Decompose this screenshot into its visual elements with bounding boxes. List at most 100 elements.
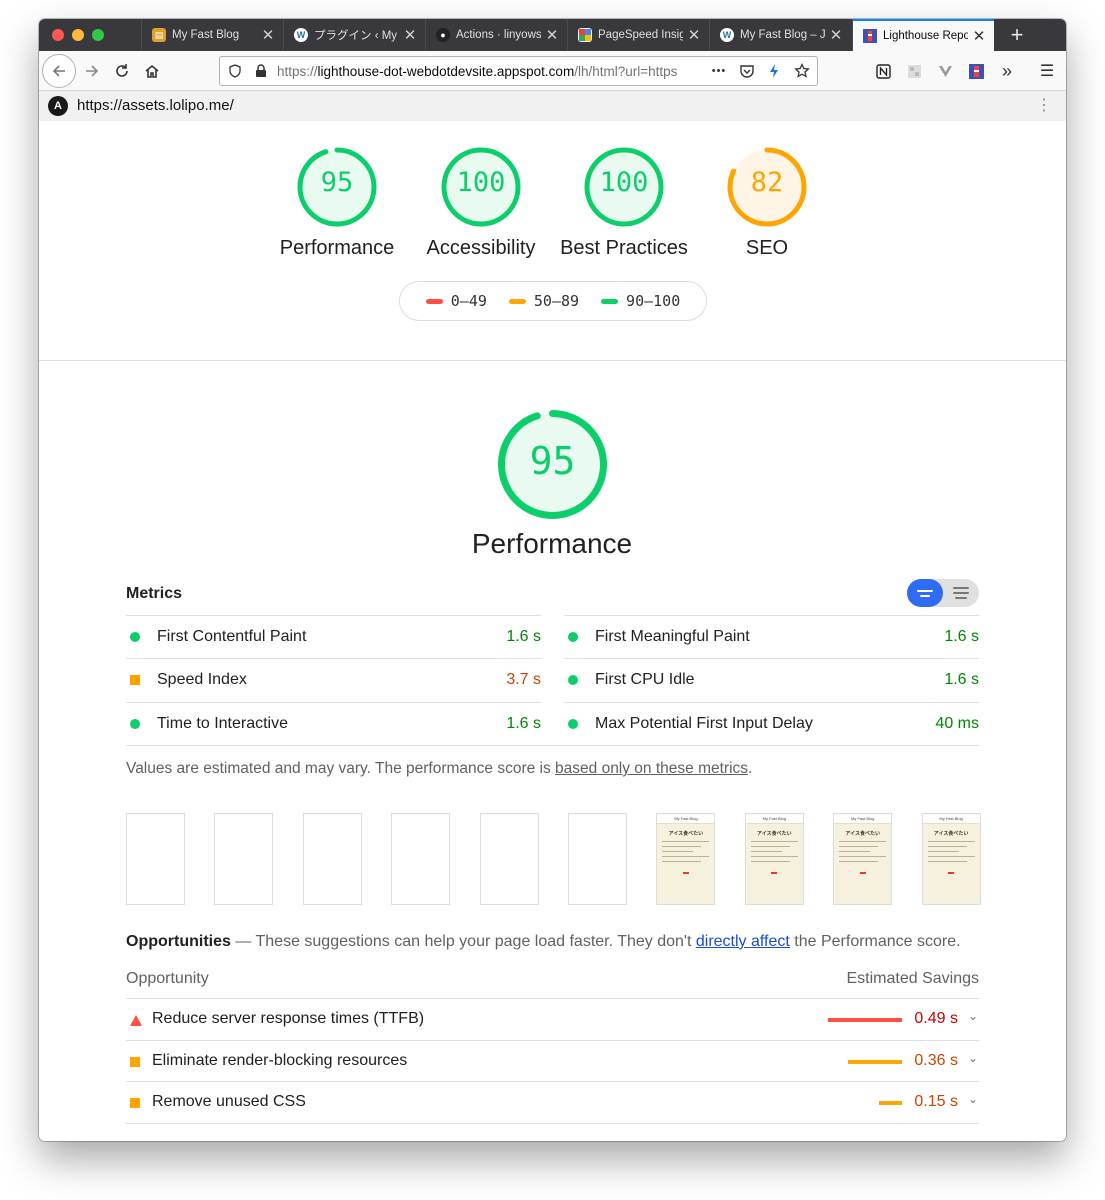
opportunity-column-header: Opportunity bbox=[126, 970, 209, 987]
new-tab-button[interactable]: + bbox=[1003, 19, 1031, 51]
chevron-down-icon[interactable]: ⌄ bbox=[968, 1051, 978, 1065]
lightning-icon[interactable] bbox=[765, 62, 783, 80]
tab-label: My Fast Blog bbox=[172, 29, 240, 41]
page-actions-menu-icon[interactable]: ••• bbox=[710, 62, 728, 80]
frame-title: アイス食べたい bbox=[845, 831, 880, 837]
kebab-menu-icon[interactable]: ⋮ bbox=[1036, 95, 1052, 117]
metric-value: 1.6 s bbox=[506, 715, 541, 732]
tab-plugins[interactable]: W プラグイン ‹ My Fast Blog ✕ bbox=[283, 19, 425, 51]
fail-triangle-icon bbox=[130, 1015, 142, 1026]
lighthouse-extension-icon[interactable] bbox=[968, 63, 984, 79]
savings-bar bbox=[828, 1018, 902, 1022]
arrow-right-icon bbox=[86, 65, 99, 77]
close-icon[interactable]: ✕ bbox=[687, 26, 701, 44]
pass-indicator bbox=[568, 719, 578, 729]
close-icon[interactable]: ✕ bbox=[403, 26, 417, 44]
pocket-icon[interactable] bbox=[738, 62, 756, 80]
pass-indicator bbox=[568, 675, 578, 685]
opportunity-row-ttfb[interactable]: Reduce server response times (TTFB) 0.49… bbox=[126, 998, 979, 1040]
close-icon[interactable]: ✕ bbox=[261, 26, 275, 44]
legend-label: 90–100 bbox=[626, 292, 681, 310]
shield-icon[interactable] bbox=[226, 62, 244, 80]
reload-icon bbox=[116, 64, 128, 77]
filmstrip-frame: My Fast Blog アイス食べたい bbox=[656, 813, 716, 905]
frame-text-line bbox=[662, 861, 702, 862]
tab-label: PageSpeed Insights bbox=[598, 29, 683, 41]
bookmark-star-icon[interactable] bbox=[793, 62, 811, 80]
chevron-down-icon[interactable]: ⌄ bbox=[968, 1092, 978, 1106]
average-swatch bbox=[508, 298, 526, 304]
opportunity-row-unused-css[interactable]: Remove unused CSS 0.15 s ⌄ bbox=[126, 1081, 979, 1123]
metrics-info-link[interactable]: based only on these metrics bbox=[555, 760, 748, 777]
reload-button[interactable] bbox=[110, 59, 134, 83]
browser-window: ▤ My Fast Blog ✕ W プラグイン ‹ My Fast Blog … bbox=[39, 19, 1066, 1141]
metric-value: 40 ms bbox=[935, 715, 979, 732]
legend-label: 50–89 bbox=[533, 292, 580, 310]
savings-bar bbox=[879, 1101, 902, 1105]
metric-value: 3.7 s bbox=[506, 671, 541, 688]
overflow-menu-icon[interactable]: » bbox=[999, 61, 1015, 81]
opportunity-row-render-blocking[interactable]: Eliminate render-blocking resources 0.36… bbox=[126, 1040, 979, 1082]
frame-header: My Fast Blog bbox=[922, 814, 980, 824]
maximize-window-button[interactable] bbox=[92, 29, 104, 41]
notebook-icon: ▤ bbox=[152, 28, 166, 42]
vue-devtools-icon[interactable] bbox=[937, 63, 953, 79]
forward-button[interactable] bbox=[80, 59, 104, 83]
opportunities-description-end: the Performance score. bbox=[789, 933, 961, 950]
home-button[interactable] bbox=[140, 59, 164, 83]
gauge-best-practices[interactable]: 100 Best Practices bbox=[554, 145, 694, 259]
opportunity-label: Eliminate render-blocking resources bbox=[152, 1052, 408, 1069]
summary-view-button[interactable] bbox=[907, 579, 943, 607]
gauge-accessibility[interactable]: 100 Accessibility bbox=[411, 145, 551, 259]
frame-text-line bbox=[750, 846, 790, 847]
gauge-performance[interactable]: 95 Performance bbox=[267, 145, 407, 259]
lock-icon[interactable] bbox=[252, 62, 270, 80]
metric-first-meaningful-paint: First Meaningful Paint 1.6 s bbox=[564, 615, 979, 658]
legend-pass: 90–100 bbox=[601, 292, 680, 310]
close-icon[interactable]: ✕ bbox=[829, 26, 843, 44]
metrics-view-toggle[interactable] bbox=[907, 579, 979, 607]
detail-view-button[interactable] bbox=[943, 579, 979, 607]
tab-label: Lighthouse Report bbox=[883, 30, 968, 42]
gauge-label: SEO bbox=[745, 237, 789, 259]
note-text: Values are estimated and may vary. The p… bbox=[126, 760, 556, 777]
back-button[interactable] bbox=[42, 54, 76, 88]
frame-text-line bbox=[750, 856, 798, 857]
tab-my-fast-blog[interactable]: ▤ My Fast Blog ✕ bbox=[141, 19, 283, 51]
frame-title: アイス食べたい bbox=[668, 831, 704, 837]
filmstrip-frame bbox=[479, 813, 539, 905]
chevron-down-icon[interactable]: ⌄ bbox=[968, 1009, 978, 1023]
filmstrip-frame bbox=[214, 813, 274, 905]
frame-text-line bbox=[662, 851, 694, 852]
home-icon bbox=[145, 64, 159, 78]
close-icon[interactable]: ✕ bbox=[545, 26, 559, 44]
grid-extension-icon[interactable] bbox=[906, 63, 922, 79]
gauge-seo[interactable]: 82 SEO bbox=[697, 145, 837, 259]
close-window-button[interactable] bbox=[52, 29, 64, 41]
url-bar[interactable]: https://lighthouse-dot-webdotdevsite.app… bbox=[219, 56, 818, 86]
savings-value: 0.15 s bbox=[914, 1093, 958, 1110]
tab-actions[interactable]: ● Actions · linyows ✕ bbox=[425, 19, 567, 51]
pass-indicator bbox=[568, 632, 578, 642]
hamburger-menu-icon[interactable]: ☰ bbox=[1039, 63, 1055, 80]
frame-text-line bbox=[839, 851, 871, 852]
notion-icon[interactable] bbox=[875, 63, 891, 79]
tab-lighthouse-report[interactable]: Lighthouse Report ✕ bbox=[852, 19, 994, 51]
wordpress-icon: W bbox=[720, 28, 734, 42]
frame-text-line bbox=[927, 841, 975, 842]
url-prefix: https:// bbox=[277, 64, 318, 79]
tab-my-fast-blog-just[interactable]: W My Fast Blog – Just ✕ bbox=[709, 19, 851, 51]
tab-pagespeed[interactable]: PageSpeed Insights ✕ bbox=[567, 19, 709, 51]
frame-title: アイス食べたい bbox=[933, 831, 969, 837]
filmstrip-frame bbox=[302, 813, 362, 905]
directly-affect-link[interactable]: directly affect bbox=[696, 933, 790, 950]
frame-text-line bbox=[750, 841, 798, 842]
gauge-label: Performance bbox=[279, 237, 395, 259]
url-text: https://lighthouse-dot-webdotdevsite.app… bbox=[277, 64, 707, 79]
average-square-icon bbox=[130, 1057, 140, 1067]
metric-label: First Contentful Paint bbox=[157, 628, 307, 645]
close-icon[interactable]: ✕ bbox=[972, 27, 986, 45]
tab-label: プラグイン ‹ My Fast Blog bbox=[314, 30, 399, 42]
minimize-window-button[interactable] bbox=[72, 29, 84, 41]
metric-label: First Meaningful Paint bbox=[595, 628, 750, 645]
